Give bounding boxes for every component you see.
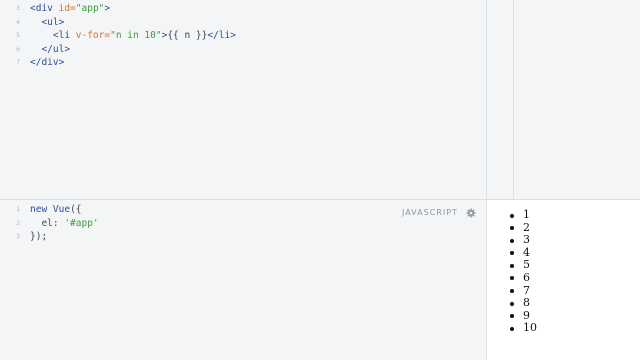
code-token: </div> [30,57,65,68]
code-token: id= [58,3,76,14]
code-text[interactable]: <li v-for="n in 10">{{ n }}</li> [30,29,236,43]
line-number: 3 [16,4,20,12]
line-number: 5 [16,31,20,39]
code-token: > [104,3,111,14]
line-number: 7 [16,58,20,66]
code-token: }); [30,231,48,242]
code-text[interactable]: </div> [30,56,64,70]
code-token: Vue [52,204,71,215]
list-item: 3 [497,234,537,247]
code-text[interactable]: </ul> [30,43,70,57]
code-text[interactable]: <ul> [30,16,64,30]
code-token: "app" [75,3,105,14]
code-token: new [30,204,53,215]
language-label: JAVASCRIPT [402,208,458,217]
code-token: <div [30,3,59,14]
list-item: 8 [497,297,537,310]
line-number: 3 [16,232,20,240]
code-text[interactable]: el: '#app' [30,217,99,231]
output-list: 1 2 3 4 5 6 7 8 9 10 [497,208,537,335]
editor-empty-area [487,0,640,199]
code-token: '#app' [64,217,99,229]
list-item: 5 [497,259,537,272]
code-text[interactable]: new Vue({ [30,203,82,217]
code-token: <li [30,30,76,41]
code-token: </ul> [30,43,71,55]
list-item: 10 [497,322,537,335]
gear-icon[interactable] [466,208,476,218]
list-item: 2 [497,221,537,235]
code-text[interactable]: }); [30,230,47,244]
list-item: 7 [497,284,537,298]
code-token: ({ [70,204,82,215]
code-token: el: [30,217,65,229]
line-number: 2 [16,218,20,227]
code-token: "n in 10" [110,30,162,41]
code-token: </li> [207,30,236,41]
pane-divider-horizontal[interactable] [0,199,640,200]
code-text[interactable]: <div id="app"> [30,2,110,16]
line-number: 4 [16,17,20,26]
line-number: 1 [16,205,20,213]
code-token: <ul> [30,16,65,28]
code-token: {{ n }} [167,30,208,41]
code-token: v-for= [75,30,111,41]
editor-guide-line [513,0,514,199]
list-item: 4 [497,246,537,260]
list-item: 6 [497,271,537,285]
pane-divider-vertical[interactable] [486,0,487,360]
line-number: 6 [16,44,20,53]
list-item: 1 [497,208,537,222]
